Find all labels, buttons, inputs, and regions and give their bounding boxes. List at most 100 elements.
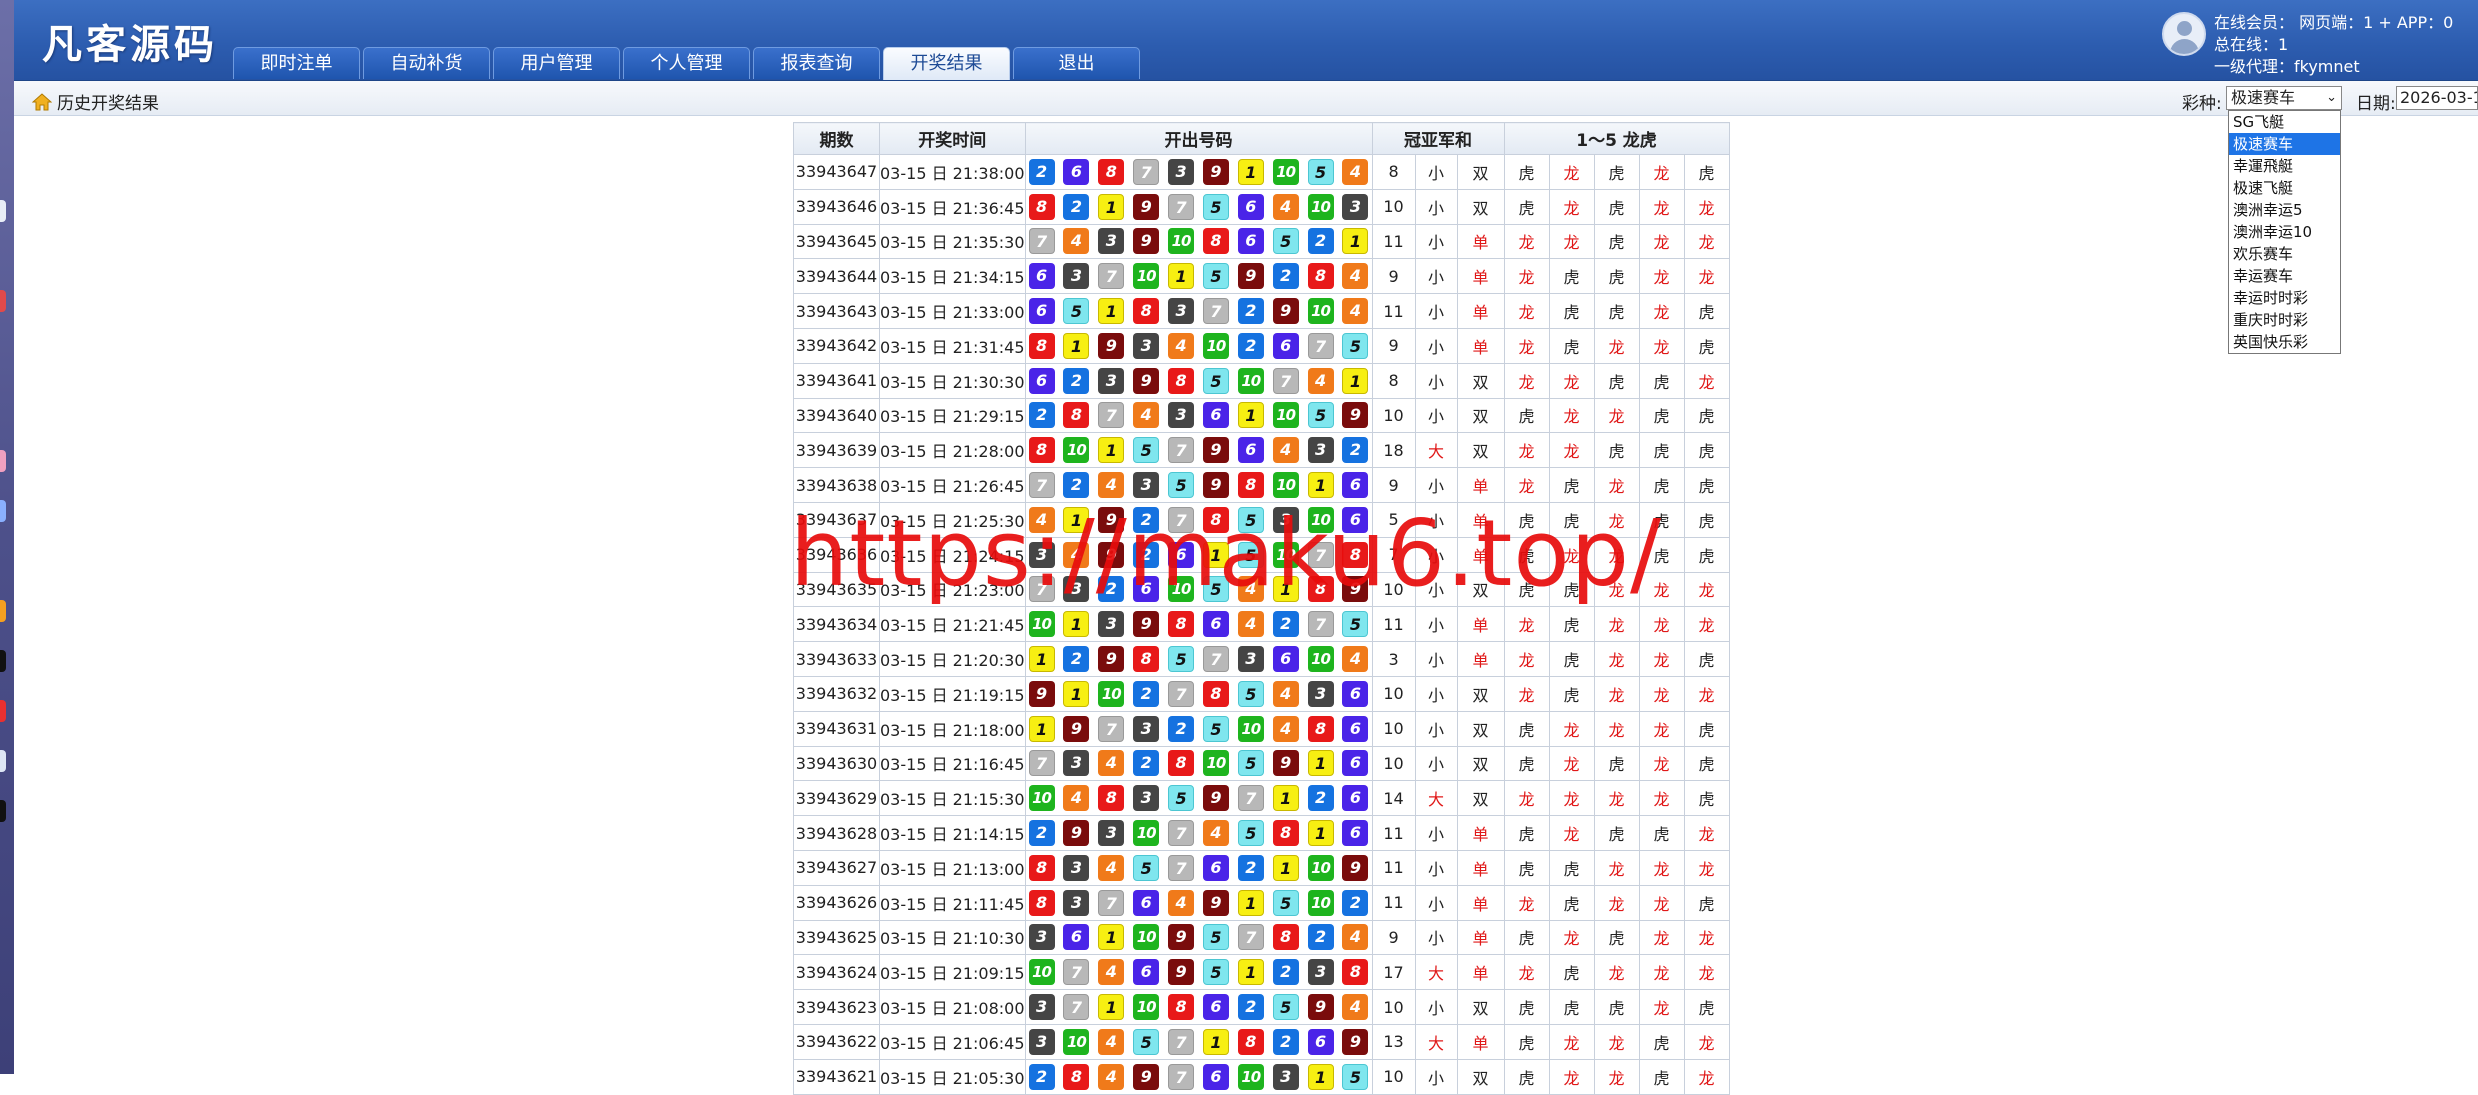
date-field[interactable]: 2026-03-15	[2396, 86, 2478, 110]
number-ball: 7	[1098, 889, 1125, 916]
numbers-cell: 2 6 8 7 3 9 1 10 5 4	[1024, 154, 1373, 190]
taskbar-app-icon[interactable]	[0, 600, 6, 622]
dropdown-option[interactable]: SG飞艇	[2229, 111, 2340, 133]
taskbar-app-icon[interactable]	[0, 700, 6, 722]
time-cell: 03-15 日 21:31:45	[879, 327, 1026, 364]
number-ball: 8	[1028, 889, 1055, 916]
table-row: 33943624 03-15 日 21:09:15 10 7 4 6 9 5 1 2 3 8 17 大单龙…	[793, 954, 1730, 991]
table-row: 33943643 03-15 日 21:33:00 6 5 1 8 3 7 2 9 10 4 11 小单龙…	[793, 293, 1730, 329]
number-ball: 5	[1342, 1063, 1369, 1090]
number-ball: 4	[1342, 298, 1369, 325]
dragon-tiger-cell: 龙	[1593, 327, 1640, 364]
dropdown-option[interactable]: 幸运赛车	[2229, 265, 2340, 287]
odd-even-cell: 单	[1456, 919, 1505, 956]
taskbar-app-icon[interactable]	[0, 450, 6, 472]
number-ball: 10	[1133, 994, 1160, 1021]
number-ball: 7	[1028, 750, 1055, 777]
dragon-tiger-cell: 龙	[1683, 571, 1730, 608]
nav-tab[interactable]: 即时注单	[233, 47, 360, 79]
number-ball: 2	[1307, 924, 1334, 951]
table-row: 33943639 03-15 日 21:28:00 8 10 1 5 7 9 6 4 3 2 18 大双龙…	[793, 432, 1730, 469]
issue-cell: 33943642	[793, 327, 880, 364]
number-ball: 10	[1168, 228, 1195, 255]
dragon-tiger-cell: 虎	[1593, 815, 1640, 851]
dragon-tiger-cell: 虎	[1548, 989, 1595, 1025]
site-logo: 凡客源码	[42, 22, 218, 68]
table-row: 33943626 03-15 日 21:11:45 8 3 7 6 4 9 1 5 10 2 11 小单龙…	[793, 884, 1730, 921]
number-ball: 4	[1342, 263, 1369, 290]
time-cell: 03-15 日 21:11:45	[879, 884, 1026, 921]
numbers-cell: 7 2 4 3 5 9 8 10 1 6	[1024, 467, 1373, 503]
number-ball: 6	[1133, 959, 1160, 986]
table-row: 33943630 03-15 日 21:16:45 7 3 4 2 8 10 5 9 1 6 10 小双虎…	[793, 745, 1730, 782]
dropdown-option[interactable]: 幸運飛艇	[2229, 155, 2340, 177]
number-ball: 2	[1168, 715, 1195, 742]
number-ball: 8	[1063, 1063, 1090, 1090]
dropdown-option[interactable]: 欢乐赛车	[2229, 243, 2340, 265]
number-ball: 9	[1028, 680, 1055, 707]
dragon-tiger-cell: 龙	[1638, 293, 1685, 329]
dragon-tiger-cell: 龙	[1503, 258, 1550, 295]
number-ball: 8	[1342, 959, 1369, 986]
numbers-cell: 3 7 1 10 8 6 2 5 9 4	[1024, 989, 1373, 1025]
dropdown-option[interactable]: 澳洲幸运10	[2229, 221, 2340, 243]
dragon-tiger-cell: 龙	[1548, 154, 1595, 190]
number-ball: 10	[1307, 298, 1334, 325]
number-ball: 1	[1237, 959, 1264, 986]
dragon-tiger-cell: 龙	[1593, 1023, 1640, 1060]
dragon-tiger-cell: 龙	[1638, 606, 1685, 643]
number-ball: 9	[1168, 924, 1195, 951]
nav-tab[interactable]: 报表查询	[753, 47, 880, 79]
numbers-cell: 7 3 4 2 8 10 5 9 1 6	[1024, 745, 1373, 782]
number-ball: 4	[1168, 332, 1195, 359]
issue-cell: 33943644	[793, 258, 880, 295]
dropdown-option[interactable]: 英国快乐彩	[2229, 331, 2340, 353]
time-cell: 03-15 日 21:36:45	[879, 188, 1026, 225]
dragon-tiger-cell: 虎	[1683, 467, 1730, 503]
number-ball: 4	[1098, 959, 1125, 986]
dropdown-option[interactable]: 重庆时时彩	[2229, 309, 2340, 331]
dropdown-option[interactable]: 极速飞艇	[2229, 177, 2340, 199]
odd-even-cell: 单	[1456, 606, 1505, 643]
online-stats: 在线会员： 网页端：1 + APP：0 总在线：1 一级代理：fkymnet	[2214, 12, 2453, 78]
taskbar-app-icon[interactable]	[0, 290, 6, 312]
taskbar-app-icon[interactable]	[0, 200, 6, 222]
dragon-tiger-cell: 虎	[1638, 1058, 1685, 1095]
number-ball: 8	[1237, 1028, 1264, 1055]
dragon-tiger-cell: 龙	[1638, 884, 1685, 921]
dropdown-option[interactable]: 极速赛车	[2229, 133, 2340, 155]
taskbar-app-icon[interactable]	[0, 650, 6, 672]
number-ball: 5	[1237, 750, 1264, 777]
dropdown-option[interactable]: 幸运时时彩	[2229, 287, 2340, 309]
number-ball: 9	[1342, 854, 1369, 881]
dragon-tiger-cell: 虎	[1638, 467, 1685, 503]
number-ball: 1	[1098, 994, 1125, 1021]
taskbar-app-icon[interactable]	[0, 500, 6, 522]
number-ball: 8	[1202, 680, 1229, 707]
table-row: 33943647 03-15 日 21:38:00 2 6 8 7 3 9 1 10 5 4 8 小双虎龙…	[793, 154, 1730, 190]
number-ball: 10	[1028, 959, 1055, 986]
number-ball: 7	[1202, 646, 1229, 673]
nav-tab[interactable]: 退出	[1013, 47, 1140, 79]
issue-cell: 33943632	[793, 675, 880, 712]
nav-tab[interactable]: 开奖结果	[883, 47, 1010, 80]
taskbar-app-icon[interactable]	[0, 750, 6, 772]
table-row: 33943621 03-15 日 21:05:30 2 8 4 9 7 6 10 3 1 5 10 小双虎…	[793, 1058, 1730, 1095]
odd-even-cell: 单	[1456, 954, 1505, 991]
nav-tab[interactable]: 自动补货	[363, 47, 490, 79]
number-ball: 4	[1342, 994, 1369, 1021]
lottery-select[interactable]: 极速赛车 ⌄	[2226, 86, 2342, 110]
taskbar-app-icon[interactable]	[0, 800, 6, 822]
number-ball: 7	[1237, 785, 1264, 812]
dragon-tiger-cell: 虎	[1683, 501, 1730, 538]
table-row: 33943642 03-15 日 21:31:45 8 1 9 3 4 10 2 6 7 5 9 小单龙虎…	[793, 327, 1730, 364]
sum-cell: 11	[1371, 606, 1416, 643]
home-icon[interactable]	[32, 92, 52, 111]
time-cell: 03-15 日 21:09:15	[879, 954, 1026, 991]
nav-tab[interactable]: 用户管理	[493, 47, 620, 79]
dropdown-option[interactable]: 澳洲幸运5	[2229, 199, 2340, 221]
dragon-tiger-cell: 龙	[1593, 849, 1640, 886]
nav-tab[interactable]: 个人管理	[623, 47, 750, 79]
lottery-select-value: 极速赛车	[2231, 88, 2296, 107]
number-ball: 3	[1098, 611, 1125, 638]
